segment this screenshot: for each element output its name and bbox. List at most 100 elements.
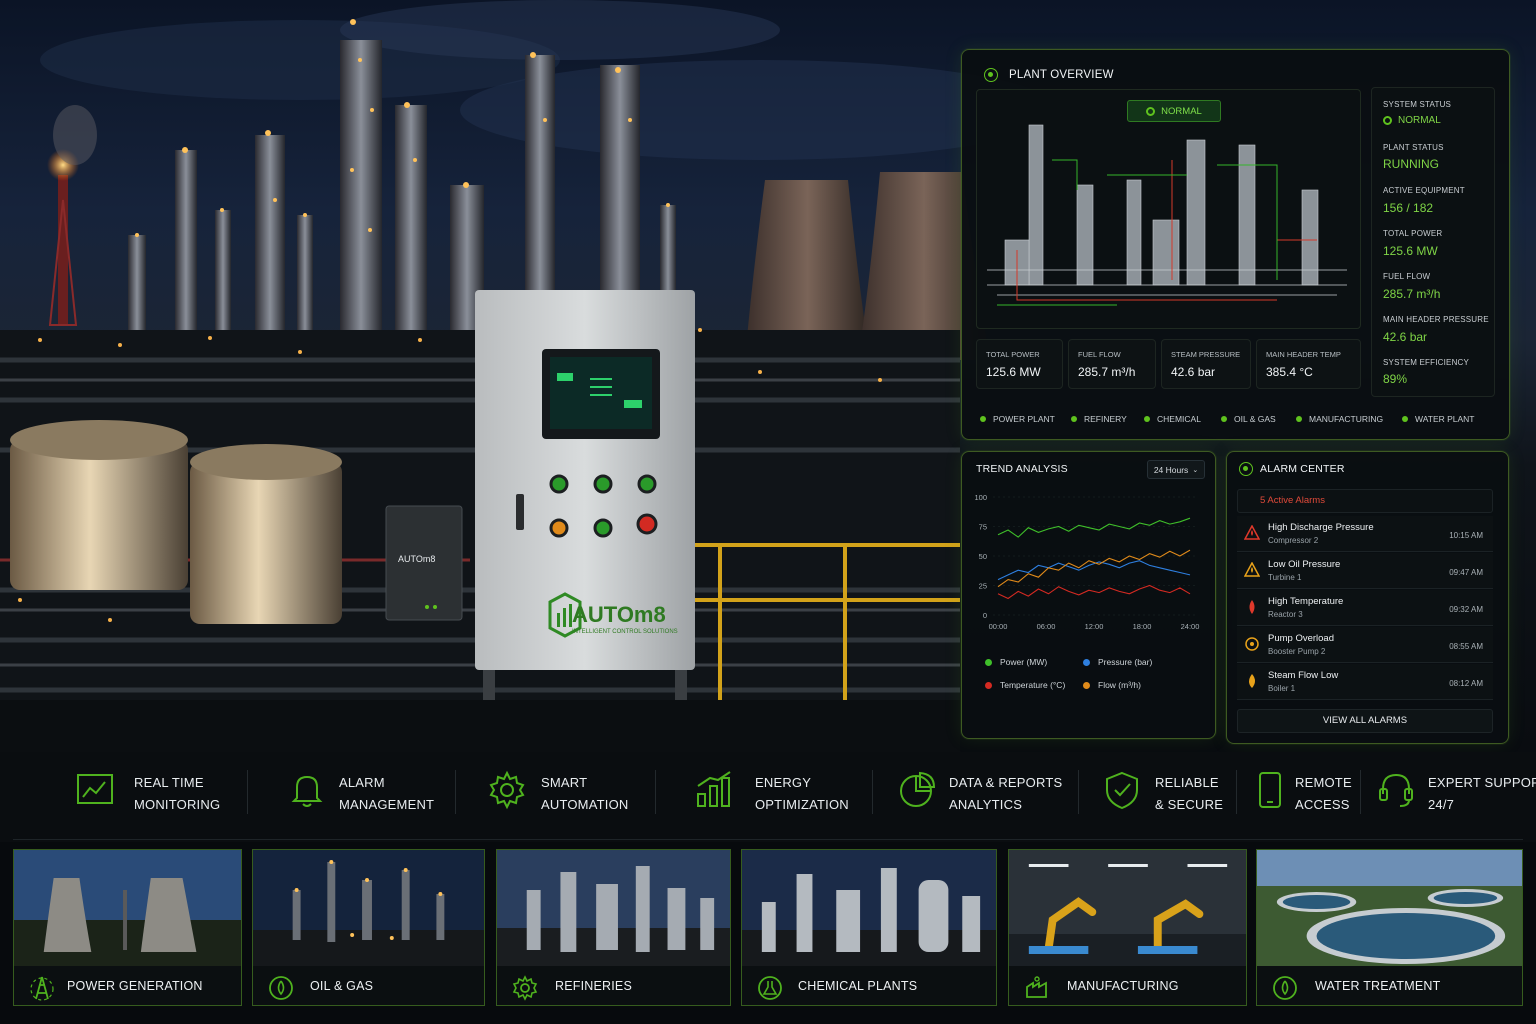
time-range-value: 24 Hours [1153,464,1189,475]
feature-expert-support[interactable]: EXPERT SUPPORT 24/7 [1376,752,1536,838]
industry-label: POWER GENERATION [67,979,203,993]
y-tick-label: 25 [979,582,987,591]
pie-chart-icon [900,771,936,807]
feature-energy-optimization[interactable]: ENERGY OPTIMIZATION [694,752,864,838]
alarm-time: 09:47 AM [1449,568,1483,577]
card-caption: WATER TREATMENT [1257,966,1522,1005]
divider [1236,770,1237,814]
status-value: 89% [1383,372,1408,386]
feature-line: REAL TIME [134,775,204,790]
category-refinery[interactable]: REFINERY [1071,414,1127,424]
feature-alarm-management[interactable]: ALARM MANAGEMENT [285,752,450,838]
normal-status-icon [1146,106,1156,116]
alarm-warning-icon [1244,562,1260,577]
series-line-pressure-bar- [997,560,1191,581]
kpi-header-temp: MAIN HEADER TEMP 385.4 °C [1256,339,1361,389]
alarm-source: Booster Pump 2 [1268,647,1326,656]
alarm-title: High Temperature [1268,596,1344,607]
feature-label: RELIABLE & SECURE [1155,772,1223,816]
alarm-time: 09:32 AM [1449,605,1483,614]
flame-alarm-icon [1249,674,1255,688]
category-chemical[interactable]: CHEMICAL [1144,414,1201,424]
industry-card-power-generation[interactable]: POWER GENERATION [13,849,242,1006]
feature-data-reports[interactable]: DATA & REPORTS ANALYTICS [897,752,1072,838]
feature-reliable-secure[interactable]: RELIABLE & SECURE [1102,752,1232,838]
feature-line: REMOTE [1295,775,1352,790]
alarm-title: Low Oil Pressure [1268,559,1341,570]
plant-schematic-drawing [987,124,1347,306]
kpi-value: 285.7 m³/h [1078,365,1136,379]
x-tick-label: 18:00 [1133,622,1152,631]
alarm-time: 10:15 AM [1449,531,1483,540]
alarm-source: Turbine 1 [1268,573,1302,582]
category-water-plant[interactable]: WATER PLANT [1402,414,1475,424]
kpi-total-power: TOTAL POWER 125.6 MW [976,339,1063,389]
plant-status-icon [984,68,998,82]
status-value: 156 / 182 [1383,201,1434,215]
industry-card-chemical-plants[interactable]: CHEMICAL PLANTS [741,849,997,1006]
alarm-source: Boiler 1 [1268,684,1296,693]
monitor-chart-icon [77,774,113,804]
alarm-source: Compressor 2 [1268,536,1319,545]
status-value: NORMAL [1383,115,1441,126]
status-label: TOTAL POWER [1383,229,1443,238]
alarm-row[interactable]: Pump Overload Booster Pump 2 08:55 AM [1237,627,1493,663]
industry-label: CHEMICAL PLANTS [798,979,918,993]
status-label: ACTIVE EQUIPMENT [1383,186,1465,195]
feature-real-time-monitoring[interactable]: REAL TIME MONITORING [70,752,240,838]
bar-chart-icon [697,771,731,807]
feature-line: OPTIMIZATION [755,797,849,812]
category-power-plant[interactable]: POWER PLANT [980,414,1055,424]
svg-text:AUTOm8: AUTOm8 [572,602,666,627]
trend-chart: 0 25 50 75 100 00:00 06:00 12:00 18:00 24:00 [974,493,1199,631]
svg-text:AUTOm8: AUTOm8 [398,554,435,564]
legend-label: Flow (m³/h) [1098,680,1141,690]
status-value: 285.7 m³/h [1383,287,1441,301]
legend-label: Pressure (bar) [1098,657,1153,667]
kpi-label: MAIN HEADER TEMP [1266,350,1341,359]
feature-smart-automation[interactable]: SMART AUTOMATION [485,752,650,838]
headset-icon [1379,773,1413,807]
kpi-value: 42.6 bar [1171,365,1216,379]
power-generation-photo [14,850,241,966]
kpi-label: FUEL FLOW [1078,350,1121,359]
feature-line: SMART [541,775,588,790]
time-range-select[interactable]: 24 Hours ⌄ [1147,460,1205,479]
section-divider [13,839,1523,840]
manufacturing-photo [1009,850,1246,966]
category-manufacturing[interactable]: MANUFACTURING [1296,414,1383,424]
water-drop-icon [1273,976,1297,1000]
industry-label: MANUFACTURING [1067,979,1179,993]
gear-icon [489,770,525,810]
plant-overview-title: PLANT OVERVIEW [1009,69,1114,81]
industry-card-refineries[interactable]: REFINERIES [496,849,731,1006]
alarm-row[interactable]: Low Oil Pressure Turbine 1 09:47 AM [1237,553,1493,589]
industry-card-oil-gas[interactable]: OIL & GAS [252,849,485,1006]
kpi-value: 385.4 °C [1266,365,1313,379]
svg-text:INTELLIGENT CONTROL SOLUTIONS: INTELLIGENT CONTROL SOLUTIONS [572,629,678,635]
shield-check-icon [1106,771,1138,810]
feature-line: 24/7 [1428,797,1455,812]
legend-flow: Flow (m³/h) [1083,680,1141,690]
industry-card-manufacturing[interactable]: MANUFACTURING [1008,849,1247,1006]
plant-mode-text: NORMAL [1161,105,1202,117]
card-caption: POWER GENERATION [14,966,241,1005]
kpi-label: STEAM PRESSURE [1171,350,1241,359]
industry-card-water-treatment[interactable]: WATER TREATMENT [1256,849,1523,1006]
feature-remote-access[interactable]: REMOTE ACCESS [1250,752,1360,838]
divider [1078,770,1079,814]
active-alarm-count: 5 Active Alarms [1237,489,1493,513]
category-oil-gas[interactable]: OIL & GAS [1221,414,1276,424]
divider [872,770,873,814]
alarm-row[interactable]: High Discharge Pressure Compressor 2 10:… [1237,516,1493,552]
view-all-alarms-button[interactable]: VIEW ALL ALARMS [1237,709,1493,733]
feature-label: REAL TIME MONITORING [134,772,220,816]
legend-label: Temperature (°C) [1000,680,1066,690]
refineries-photo [497,850,730,966]
card-caption: MANUFACTURING [1009,966,1246,1005]
system-status-list: SYSTEM STATUS NORMAL PLANT STATUS RUNNIN… [1371,87,1495,397]
feature-line: ACCESS [1295,797,1350,812]
status-label: SYSTEM EFFICIENCY [1383,358,1470,367]
alarm-row[interactable]: Steam Flow Low Boiler 1 08:12 AM [1237,664,1493,700]
alarm-row[interactable]: High Temperature Reactor 3 09:32 AM [1237,590,1493,626]
